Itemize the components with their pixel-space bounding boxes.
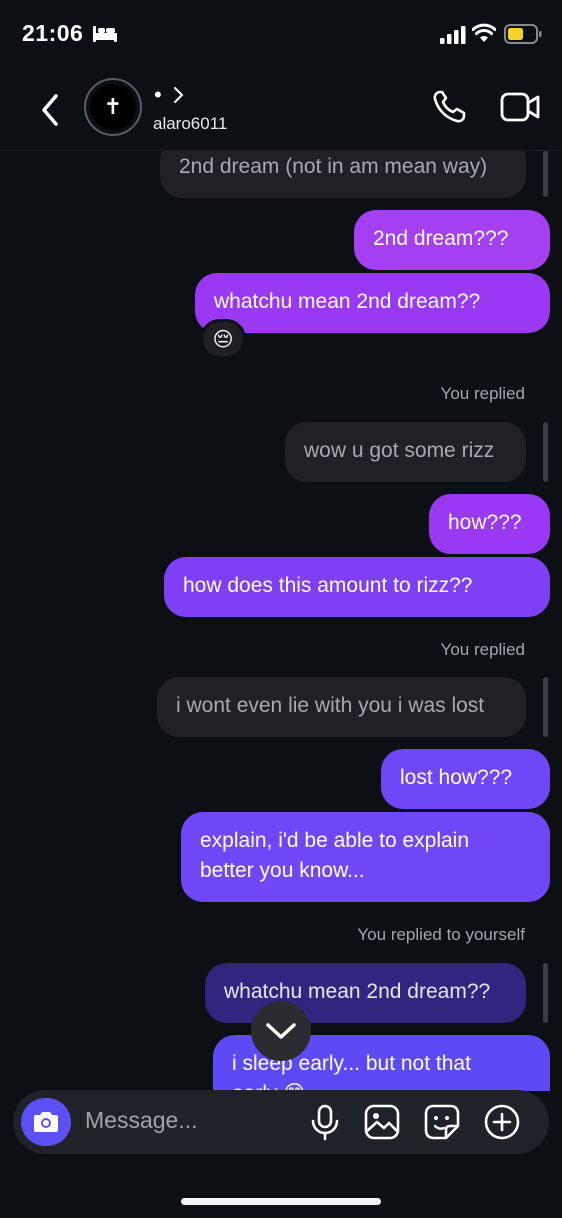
- message-sent-multiline[interactable]: explain, i'd be able to explain better y…: [181, 812, 550, 902]
- cellular-signal-icon: [440, 26, 466, 44]
- image-icon[interactable]: [364, 1104, 400, 1140]
- sleep-mode-icon: [93, 26, 117, 42]
- avatar-glyph: ✝: [90, 84, 136, 130]
- chevron-right-icon[interactable]: [172, 86, 186, 104]
- message-sent[interactable]: 2nd dream???: [354, 210, 550, 270]
- reply-label: You replied: [440, 384, 525, 403]
- phone-icon[interactable]: [430, 88, 468, 126]
- status-bar: 21:06: [0, 0, 562, 70]
- message-line: better you know...: [200, 859, 365, 882]
- chat-header: ✝ • alaro6011: [0, 70, 562, 151]
- username[interactable]: alaro6011: [153, 114, 227, 134]
- camera-button[interactable]: [21, 1098, 71, 1146]
- wifi-icon: [472, 23, 496, 42]
- message-sent[interactable]: lost how???: [381, 749, 550, 809]
- message-line: explain, i'd be able to explain: [200, 829, 470, 852]
- message-received[interactable]: 2nd dream (not in am mean way): [160, 151, 526, 198]
- reply-indicator: [543, 677, 548, 737]
- avatar[interactable]: ✝: [84, 78, 142, 136]
- reply-indicator: [543, 963, 548, 1023]
- reply-indicator: [543, 422, 548, 482]
- battery-icon: [504, 24, 542, 44]
- mic-icon[interactable]: [310, 1104, 340, 1142]
- quoted-message[interactable]: whatchu mean 2nd dream??: [205, 963, 526, 1023]
- chevron-down-icon: [266, 1023, 296, 1039]
- message-thread[interactable]: 2nd dream (not in am mean way) 2nd dream…: [0, 151, 562, 1091]
- sticker-icon[interactable]: [424, 1104, 460, 1140]
- home-indicator[interactable]: [181, 1198, 381, 1205]
- message-sent[interactable]: whatchu mean 2nd dream??: [195, 273, 550, 333]
- message-sent[interactable]: how???: [429, 494, 550, 554]
- camera-icon: [34, 1112, 58, 1132]
- status-time: 21:06: [22, 20, 84, 46]
- video-icon[interactable]: [500, 90, 540, 124]
- reply-label: You replied to yourself: [357, 925, 525, 944]
- back-icon[interactable]: [34, 90, 66, 130]
- plus-icon[interactable]: [484, 1104, 520, 1140]
- message-reaction[interactable]: 😔: [200, 319, 246, 359]
- scroll-to-bottom-button[interactable]: [251, 1001, 311, 1061]
- message-received[interactable]: i wont even lie with you i was lost: [157, 677, 526, 737]
- message-composer: Message...: [13, 1090, 549, 1154]
- reply-indicator: [543, 151, 548, 197]
- message-sent[interactable]: how does this amount to rizz??: [164, 557, 550, 617]
- message-received[interactable]: wow u got some rizz: [285, 422, 526, 482]
- message-input[interactable]: Message...: [85, 1107, 198, 1134]
- display-name[interactable]: •: [154, 82, 162, 108]
- reply-label: You replied: [440, 640, 525, 659]
